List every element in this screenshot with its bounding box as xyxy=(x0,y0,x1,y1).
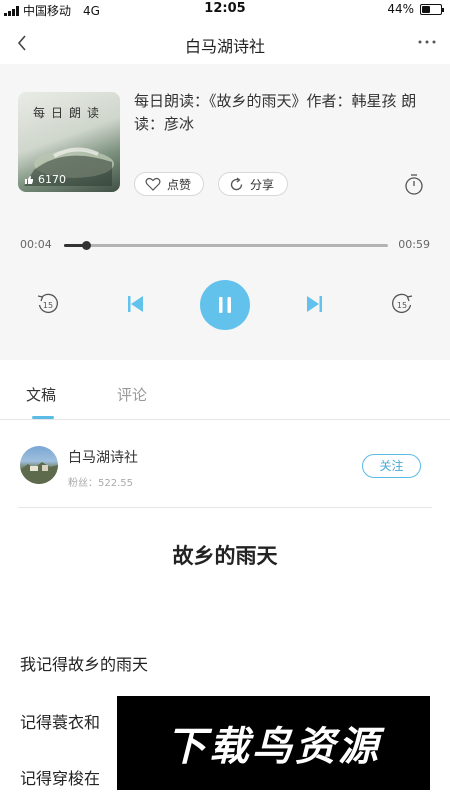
status-right: 44% xyxy=(387,2,444,16)
pause-icon xyxy=(219,297,231,313)
svg-text:15: 15 xyxy=(397,301,407,310)
forward-15-button[interactable]: 15 xyxy=(390,292,414,316)
poem-line: 记得穿梭在 xyxy=(20,769,101,788)
sleep-timer-button[interactable] xyxy=(403,172,425,196)
heart-icon xyxy=(145,177,161,191)
svg-text:15: 15 xyxy=(43,301,53,310)
forward-15-icon: 15 xyxy=(392,293,413,314)
more-horizontal-icon xyxy=(418,40,436,44)
total-time: 00:59 xyxy=(398,238,430,251)
fans-count: 粉丝：522.55 xyxy=(68,478,133,489)
skip-back-icon xyxy=(128,296,143,312)
play-count: 6170 xyxy=(24,173,66,186)
poem-line: 记得蓑衣和 xyxy=(20,713,101,732)
album-cover[interactable]: 每日朗读 6170 xyxy=(18,92,120,192)
page-title: 白马湖诗社 xyxy=(184,37,265,56)
pause-button[interactable] xyxy=(200,280,250,330)
divider xyxy=(18,507,432,508)
active-tab-indicator xyxy=(32,416,54,419)
progress-bar[interactable] xyxy=(64,241,388,250)
previous-track-button[interactable] xyxy=(126,293,146,315)
next-track-button[interactable] xyxy=(304,293,324,315)
battery-icon xyxy=(420,3,444,15)
more-button[interactable] xyxy=(414,32,440,52)
tab-comments[interactable]: 评论 xyxy=(117,384,147,405)
cover-title: 每日朗读 xyxy=(32,106,105,120)
watermark-banner: 下载鸟资源 xyxy=(117,696,430,790)
skip-forward-icon xyxy=(307,296,322,312)
share-button[interactable]: 分享 xyxy=(218,172,288,196)
current-time: 00:04 xyxy=(20,238,52,251)
avatar-landscape xyxy=(20,462,58,484)
audio-player: 每日朗读 6170 每日朗读：《故乡的雨天》作者：韩星孩 朗读：彦冰 点赞 分享… xyxy=(0,64,450,360)
clock: 12:05 xyxy=(204,1,246,16)
status-bar: 中国移动 4G 12:05 44% xyxy=(0,0,450,18)
author-name[interactable]: 白马湖诗社 xyxy=(68,447,138,467)
rewind-15-icon: 15 xyxy=(37,293,58,314)
article-title: 故乡的雨天 xyxy=(172,544,278,568)
content-tabs: 文稿 评论 xyxy=(0,374,450,420)
like-button[interactable]: 点赞 xyxy=(134,172,204,196)
follow-button[interactable]: 关注 xyxy=(362,454,421,478)
tab-draft[interactable]: 文稿 xyxy=(26,384,56,405)
share-icon xyxy=(230,176,243,190)
battery-percent: 44% xyxy=(387,2,414,16)
timer-icon xyxy=(405,174,423,195)
author-row: 白马湖诗社 粉丝：522.55 关注 xyxy=(0,440,450,500)
poem-line: 我记得故乡的雨天 xyxy=(20,655,149,674)
track-title: 每日朗读：《故乡的雨天》作者：韩星孩 朗读：彦冰 xyxy=(134,92,417,133)
share-label: 分享 xyxy=(250,177,275,192)
nav-header: 白马湖诗社 xyxy=(0,24,450,64)
thumb-icon xyxy=(25,175,33,184)
rewind-15-button[interactable]: 15 xyxy=(36,292,60,316)
battery-fill xyxy=(422,5,430,13)
progress-handle[interactable] xyxy=(82,241,92,250)
like-label: 点赞 xyxy=(167,177,192,192)
play-count-value: 6170 xyxy=(38,173,66,186)
avatar[interactable] xyxy=(20,446,58,484)
